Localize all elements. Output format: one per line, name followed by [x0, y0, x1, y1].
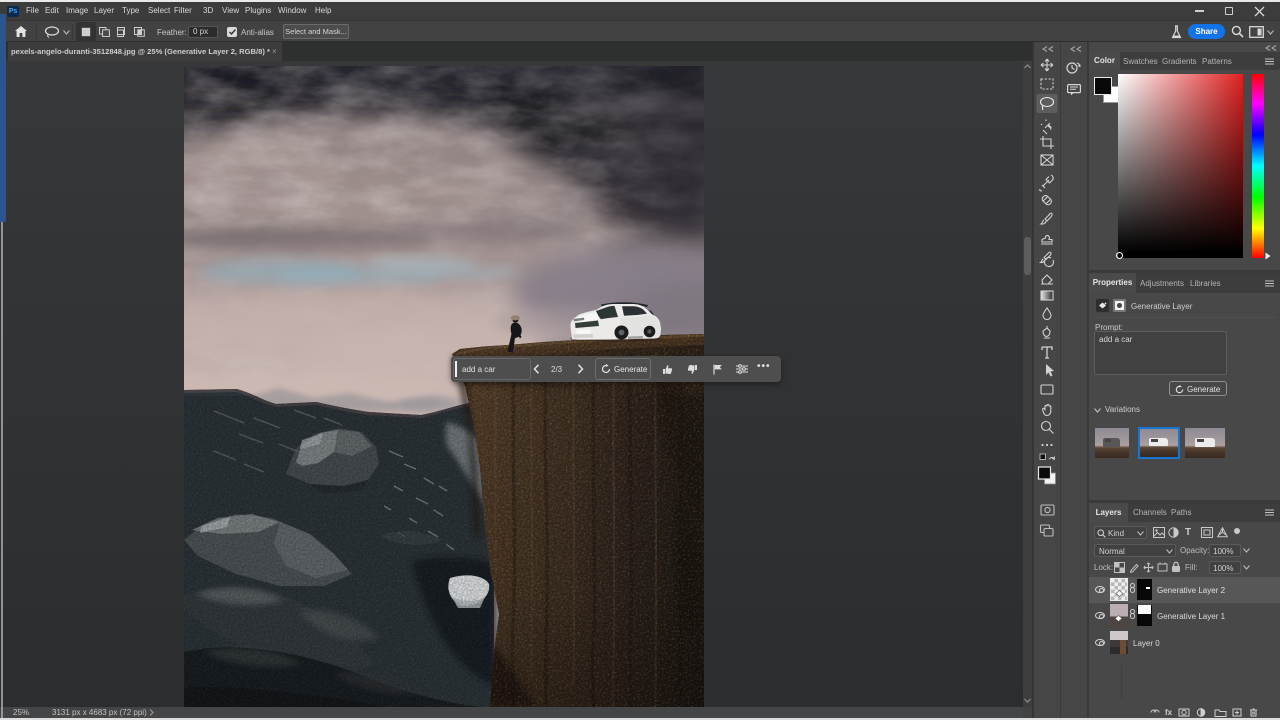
svg-text:fx: fx [1165, 708, 1173, 717]
